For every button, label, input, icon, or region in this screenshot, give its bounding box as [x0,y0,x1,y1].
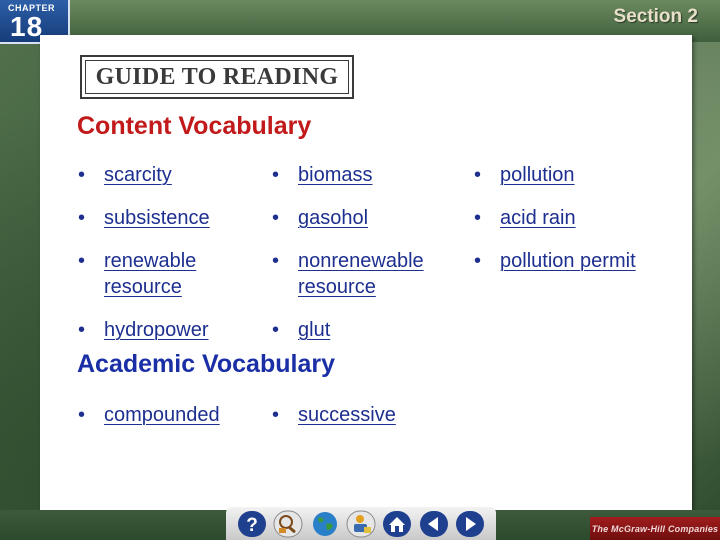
term-label: biomass [298,164,373,186]
bullet: • [474,207,482,229]
globe-button[interactable] [310,510,340,538]
previous-icon [419,510,448,537]
bullet: • [272,404,280,426]
academic-vocabulary-heading: Academic Vocabulary [77,350,335,378]
term-label: compounded [104,404,220,426]
term-label: pollution permit [500,250,636,272]
term-label: successive [298,404,396,426]
navigation-bar: ? [226,507,496,540]
resources-icon [273,510,303,537]
globe-icon [312,511,337,536]
bullet: • [272,164,280,186]
publisher-text: The McGraw-Hill Companies [591,523,719,534]
bullet: • [474,164,482,186]
bullet: • [272,250,280,272]
help-icon: ? [238,510,267,537]
resources-button[interactable] [273,510,303,538]
help-glyph: ? [246,515,258,536]
home-icon [383,510,412,537]
bullet: • [272,207,280,229]
skills-icon [346,510,376,537]
term-label: acid rain [500,207,576,229]
section-label: Section 2 [613,6,698,27]
bullet: • [78,404,86,426]
term-label: subsistence [104,207,210,229]
publisher-logo: The McGraw-Hill Companies [590,517,720,540]
skills-button[interactable] [346,510,376,538]
previous-button[interactable] [419,510,449,538]
content-vocabulary-heading: Content Vocabulary [77,112,312,140]
term-label: pollution [500,164,575,186]
next-button[interactable] [455,510,485,538]
bullet: • [78,319,86,341]
bullet: • [272,319,280,341]
guide-title: GUIDE TO READING [95,63,339,90]
bullet: • [78,250,86,272]
term-label: gasohol [298,207,369,229]
home-button[interactable] [382,510,412,538]
term-label: scarcity [104,164,172,186]
term-label: hydropower [104,319,209,341]
bullet: • [78,164,86,186]
term-label: glut [298,319,331,341]
chapter-number: 18 [10,11,44,42]
guide-to-reading-banner: GUIDE TO READING [80,55,354,99]
help-button[interactable]: ? [237,510,267,538]
term-label: nonrenewable resource [298,250,424,298]
term-label: renewable resource [104,250,197,298]
bullet: • [474,250,482,272]
bullet: • [78,207,86,229]
next-icon [455,510,484,537]
